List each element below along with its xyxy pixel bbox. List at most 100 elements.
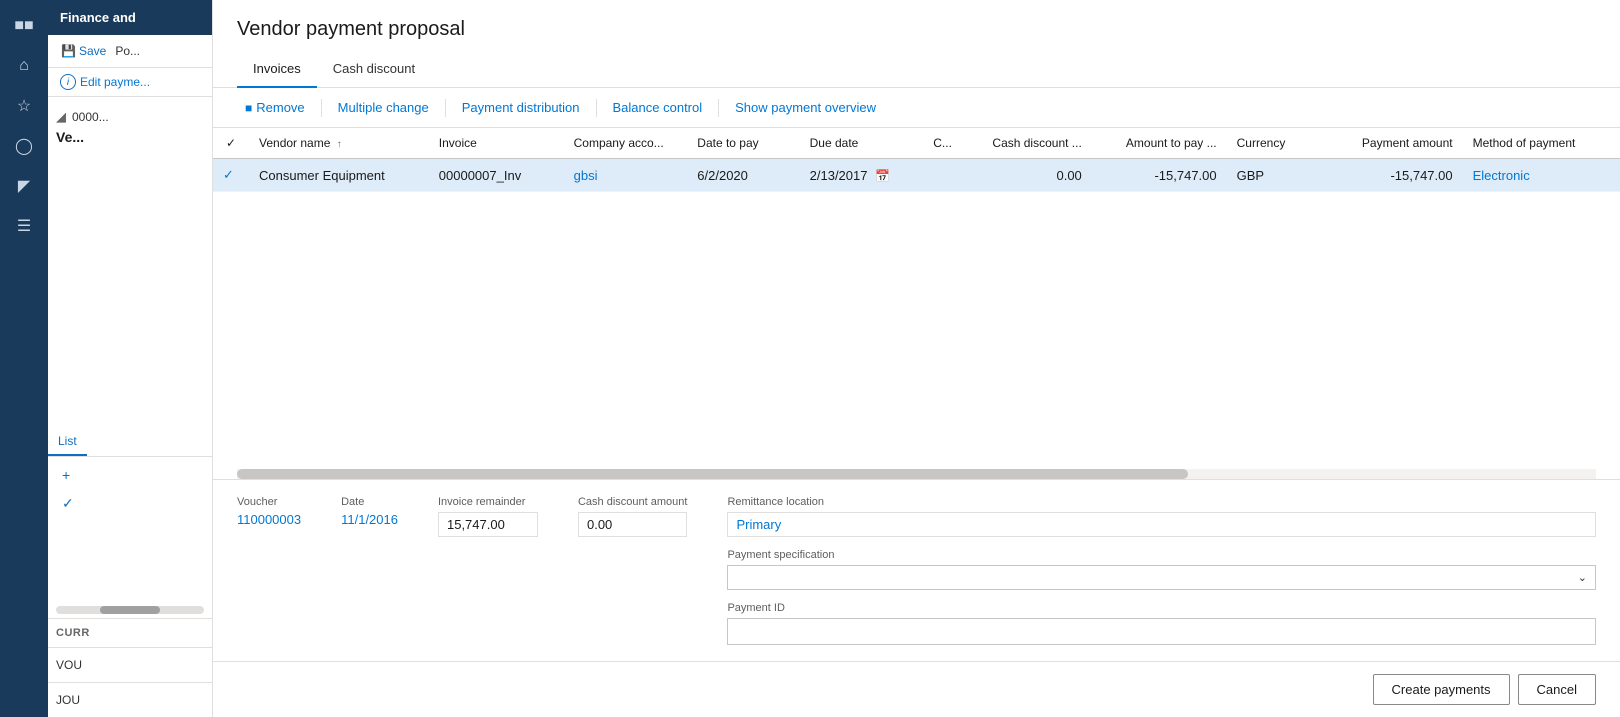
col-header-c[interactable]: C... <box>923 128 968 159</box>
invoice-remainder-value: 15,747.00 <box>438 512 538 537</box>
jou-field: JOU <box>56 691 204 709</box>
left-toolbar: 💾 Save Po... <box>48 35 212 68</box>
table-header-row: ✓ Vendor name ↑ Invoice Company acco... <box>213 128 1620 159</box>
col-header-check: ✓ <box>213 128 249 159</box>
chevron-down-icon: ⌄ <box>1578 571 1587 584</box>
left-panel-content: ◢ 0000... Ve... <box>48 97 212 428</box>
scrollbar-thumb <box>100 606 159 614</box>
col-header-cash-discount[interactable]: Cash discount ... <box>968 128 1092 159</box>
payment-id-input[interactable] <box>727 618 1596 645</box>
add-action-button[interactable]: + <box>56 463 204 487</box>
separator-4 <box>718 99 719 117</box>
table-toolbar: ■ Remove Multiple change Payment distrib… <box>213 88 1620 128</box>
col-header-date-to-pay[interactable]: Date to pay <box>687 128 799 159</box>
payment-id-field: Payment ID <box>727 602 1596 645</box>
dialog-footer: Create payments Cancel <box>213 661 1620 717</box>
left-panel-actions: + ✓ <box>48 457 212 522</box>
col-header-amount-to-pay[interactable]: Amount to pay ... <box>1092 128 1227 159</box>
filter-icon[interactable]: ◢ <box>56 109 66 125</box>
table-row[interactable]: ✓ Consumer Equipment 00000007_Inv gbsi 6… <box>213 159 1620 192</box>
remittance-section: Remittance location Primary Payment spec… <box>727 496 1596 645</box>
app-title: Finance and <box>48 0 212 35</box>
voucher-value[interactable]: 110000003 <box>237 512 301 527</box>
detail-section: Voucher 110000003 Date 11/1/2016 Invoice… <box>213 479 1620 661</box>
row-date-to-pay: 6/2/2020 <box>687 159 799 192</box>
edit-payment-button[interactable]: i Edit payme... <box>48 68 212 97</box>
remittance-location-value[interactable]: Primary <box>727 512 1596 537</box>
row-company-acct[interactable]: gbsi <box>564 159 688 192</box>
tab-cash-discount[interactable]: Cash discount <box>317 53 431 88</box>
date-value[interactable]: 11/1/2016 <box>341 512 398 527</box>
col-header-vendor-name[interactable]: Vendor name ↑ <box>249 128 429 159</box>
tab-invoices[interactable]: Invoices <box>237 53 317 88</box>
home-icon[interactable]: ⌂ <box>6 48 42 84</box>
clock-icon[interactable]: ◯ <box>6 128 42 164</box>
payment-specification-select[interactable]: ⌄ <box>727 565 1596 590</box>
layers-icon[interactable]: ◤ <box>6 168 42 204</box>
col-header-company-acct[interactable]: Company acco... <box>564 128 688 159</box>
payment-specification-label: Payment specification <box>727 549 1596 561</box>
remove-icon: ■ <box>245 101 252 115</box>
col-header-due-date[interactable]: Due date <box>800 128 924 159</box>
row-c <box>923 159 968 192</box>
col-header-invoice[interactable]: Invoice <box>429 128 564 159</box>
list-icon[interactable]: ☰ <box>6 208 42 244</box>
row-checkbox[interactable]: ✓ <box>213 159 249 192</box>
table-body: ✓ Consumer Equipment 00000007_Inv gbsi 6… <box>213 159 1620 192</box>
separator-1 <box>321 99 322 117</box>
tab-list[interactable]: List <box>48 428 87 456</box>
header-checkbox[interactable]: ✓ <box>223 136 239 150</box>
col-header-method-of-payment[interactable]: Method of payment <box>1463 128 1620 159</box>
post-label: Po... <box>115 44 140 58</box>
invoice-remainder-field: Invoice remainder 15,747.00 <box>438 496 538 537</box>
payment-id-label: Payment ID <box>727 602 1596 614</box>
calendar-icon[interactable]: 📅 <box>875 169 890 183</box>
date-label: Date <box>341 496 398 508</box>
payment-distribution-button[interactable]: Payment distribution <box>454 96 588 119</box>
row-method-of-payment[interactable]: Electronic <box>1463 159 1620 192</box>
jou-section: JOU <box>48 682 212 717</box>
dialog-tabs: Invoices Cash discount <box>213 53 1620 88</box>
separator-3 <box>596 99 597 117</box>
show-payment-overview-button[interactable]: Show payment overview <box>727 96 884 119</box>
separator-2 <box>445 99 446 117</box>
row-cash-discount: 0.00 <box>968 159 1092 192</box>
invoices-table: ✓ Vendor name ↑ Invoice Company acco... <box>213 128 1620 192</box>
remittance-location-label: Remittance location <box>727 496 1596 508</box>
scrollbar-thumb <box>237 469 1188 479</box>
curr-section: CURR <box>48 618 212 647</box>
date-field: Date 11/1/2016 <box>341 496 398 527</box>
voucher-field: Voucher 110000003 <box>237 496 301 527</box>
multiple-change-button[interactable]: Multiple change <box>330 96 437 119</box>
star-icon[interactable]: ☆ <box>6 88 42 124</box>
vou-field: VOU <box>56 656 204 674</box>
dialog-title: Vendor payment proposal <box>213 0 1620 53</box>
sort-icon: ↑ <box>337 139 342 150</box>
invoice-remainder-label: Invoice remainder <box>438 496 538 508</box>
create-payments-button[interactable]: Create payments <box>1373 674 1510 705</box>
left-panel: Finance and 💾 Save Po... i Edit payme...… <box>48 0 213 717</box>
col-header-payment-amount[interactable]: Payment amount <box>1328 128 1463 159</box>
check-action-button[interactable]: ✓ <box>56 491 204 516</box>
row-due-date: 2/13/2017 📅 <box>800 159 924 192</box>
record-id: 0000... <box>72 110 109 124</box>
check-icon: ✓ <box>62 495 74 512</box>
table-horizontal-scrollbar[interactable] <box>237 469 1596 479</box>
main-content: ? Vendor payment proposal Invoices Cash … <box>213 0 1620 717</box>
save-icon: 💾 <box>61 44 76 58</box>
row-amount-to-pay: -15,747.00 <box>1092 159 1227 192</box>
balance-control-button[interactable]: Balance control <box>605 96 711 119</box>
vou-section: VOU <box>48 647 212 682</box>
col-header-currency[interactable]: Currency <box>1227 128 1328 159</box>
filter-row: ◢ 0000... <box>56 105 204 129</box>
save-button[interactable]: 💾 Save <box>56 41 111 61</box>
vendor-payment-dialog: Vendor payment proposal Invoices Cash di… <box>213 0 1620 717</box>
cancel-button[interactable]: Cancel <box>1518 674 1596 705</box>
grid-icon[interactable]: ■■ <box>6 8 42 44</box>
remove-button[interactable]: ■ Remove <box>237 96 313 119</box>
curr-label: CURR <box>56 627 204 639</box>
panel-scrollbar[interactable] <box>56 606 204 614</box>
row-currency: GBP <box>1227 159 1328 192</box>
payment-specification-field: Payment specification ⌄ <box>727 549 1596 590</box>
invoices-table-container: ✓ Vendor name ↑ Invoice Company acco... <box>213 128 1620 469</box>
